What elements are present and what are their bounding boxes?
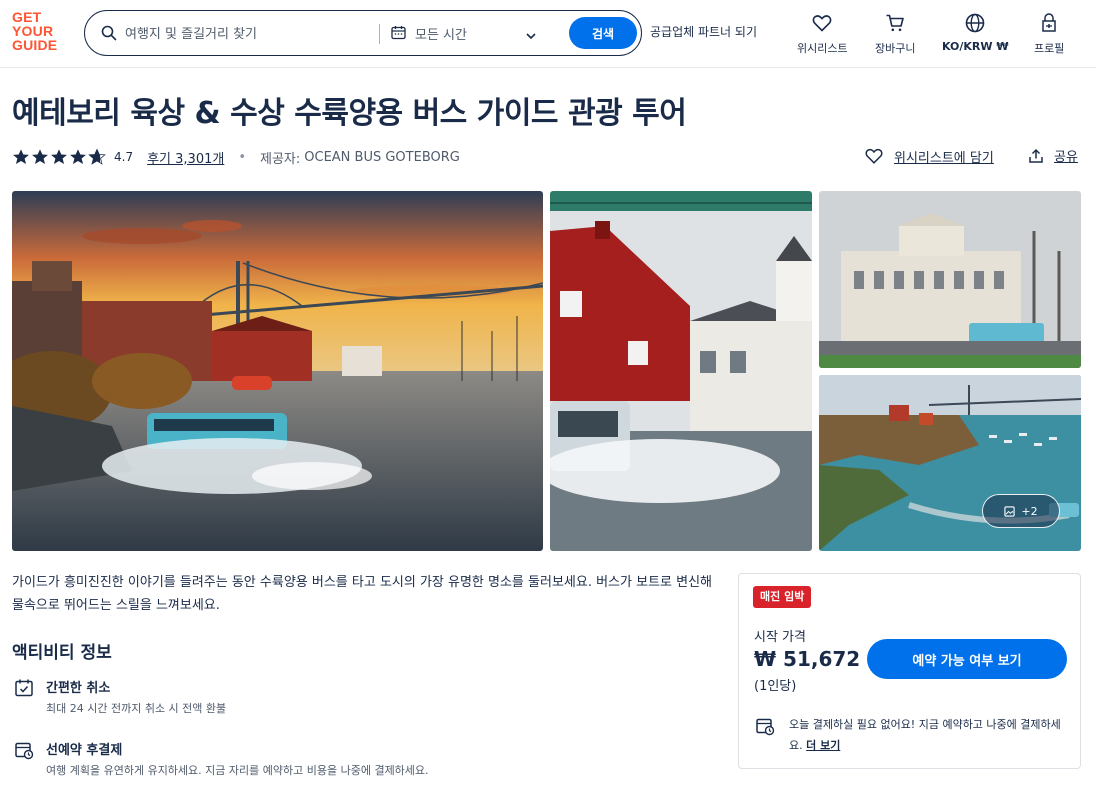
- gallery-image-2[interactable]: [550, 191, 812, 551]
- rating-stars: [12, 148, 106, 166]
- nav-profile[interactable]: 프로필: [1034, 12, 1064, 56]
- star-icon: [13, 149, 29, 165]
- calendar-pay-icon: [755, 716, 775, 740]
- nav-language[interactable]: KO/KRW ₩: [942, 12, 1009, 53]
- reviews-link[interactable]: 후기 3,301개: [147, 148, 224, 167]
- search-divider: [379, 24, 380, 44]
- chevron-down-icon[interactable]: [525, 27, 537, 46]
- image-icon: [1004, 505, 1016, 517]
- logo-line-2: YOUR: [12, 23, 54, 39]
- star-icon: [32, 149, 48, 165]
- profile-icon: [1038, 12, 1060, 34]
- calendar-icon: [391, 25, 406, 44]
- nav-wishlist-label: 위시리스트: [797, 42, 848, 55]
- provider-label: 제공자:: [260, 151, 301, 167]
- search-bar: 모든 시간 검색: [84, 10, 642, 56]
- search-button[interactable]: 검색: [569, 17, 637, 49]
- getyourguide-logo[interactable]: GET YOUR GUIDE: [12, 10, 64, 52]
- check-availability-button[interactable]: 예약 가능 여부 보기: [867, 639, 1067, 679]
- activity-info-title: 액티비티 정보: [12, 643, 112, 663]
- nav-profile-label: 프로필: [1034, 42, 1065, 55]
- reserve-now-pay-later-desc: 여행 계획을 유연하게 유지하세요. 지금 자리를 예약하고 비용을 나중에 결…: [46, 764, 429, 777]
- gallery-image-3[interactable]: [819, 191, 1081, 368]
- globe-icon: [964, 12, 986, 34]
- share-button[interactable]: 공유: [1028, 146, 1078, 165]
- add-to-wishlist-label: 위시리스트에 담기: [894, 150, 994, 166]
- gallery-main-image[interactable]: [12, 191, 543, 551]
- free-cancellation-desc: 최대 24 시간 전까지 취소 시 전액 환불: [46, 702, 227, 715]
- provider-name[interactable]: OCEAN BUS GOTEBORG: [304, 150, 460, 165]
- add-to-wishlist-button[interactable]: 위시리스트에 담기: [864, 146, 994, 166]
- heart-icon: [811, 12, 833, 34]
- date-picker-label[interactable]: 모든 시간: [415, 24, 467, 43]
- rating-row: 4.7 후기 3,301개 • 제공자: OCEAN BUS GOTEBORG: [12, 146, 460, 168]
- star-icon: [70, 149, 86, 165]
- free-cancellation-title: 간편한 취소: [46, 681, 111, 696]
- more-photos-count: +2: [1021, 504, 1038, 518]
- calendar-check-icon: [14, 678, 34, 702]
- separator-dot: •: [238, 149, 246, 165]
- pay-later-info: 오늘 결제하실 필요 없어요! 지금 예약하고 나중에 결제하세요. 더 보기: [789, 714, 1071, 756]
- price-from-label: 시작 가격: [754, 630, 806, 645]
- share-label: 공유: [1054, 150, 1078, 165]
- likely-to-sell-out-badge: 매진 임박: [753, 586, 812, 608]
- share-icon: [1029, 148, 1043, 163]
- reserve-now-pay-later-title: 선예약 후결제: [46, 743, 123, 758]
- star-icon: [51, 149, 67, 165]
- nav-language-label: KO/KRW ₩: [942, 40, 1009, 53]
- activity-description: 가이드가 흥미진진한 이야기를 들려주는 동안 수륙양용 버스를 타고 도시의 …: [12, 575, 712, 613]
- logo-line-3: GUIDE: [12, 37, 58, 53]
- cart-icon: [884, 12, 906, 34]
- read-more-link[interactable]: 더 보기: [806, 739, 840, 752]
- search-icon: [101, 25, 117, 45]
- star-half-icon: [88, 148, 106, 165]
- logo-line-1: GET: [12, 9, 42, 25]
- nav-cart[interactable]: 장바구니: [875, 12, 915, 56]
- calendar-pay-icon: [14, 740, 34, 764]
- supplier-partner-link[interactable]: 공급업체 파트너 되기: [650, 23, 757, 40]
- price-per-person: (1인당): [754, 679, 797, 694]
- nav-wishlist[interactable]: 위시리스트: [797, 12, 848, 56]
- nav-cart-label: 장바구니: [875, 42, 916, 55]
- heart-icon: [865, 148, 883, 164]
- price-value: ₩ 51,672: [754, 647, 861, 671]
- rating-value: 4.7: [114, 150, 134, 164]
- more-photos-button[interactable]: +2: [982, 494, 1060, 528]
- booking-card: 매진 임박 시작 가격 ₩ 51,672 (1인당) 예약 가능 여부 보기 오…: [738, 573, 1081, 769]
- site-header: GET YOUR GUIDE 모든 시간 검색 공급업체 파트너 되기 위시리스…: [0, 0, 1096, 68]
- page-title: 예테보리 육상 & 수상 수륙양용 버스 가이드 관광 투어: [12, 96, 687, 131]
